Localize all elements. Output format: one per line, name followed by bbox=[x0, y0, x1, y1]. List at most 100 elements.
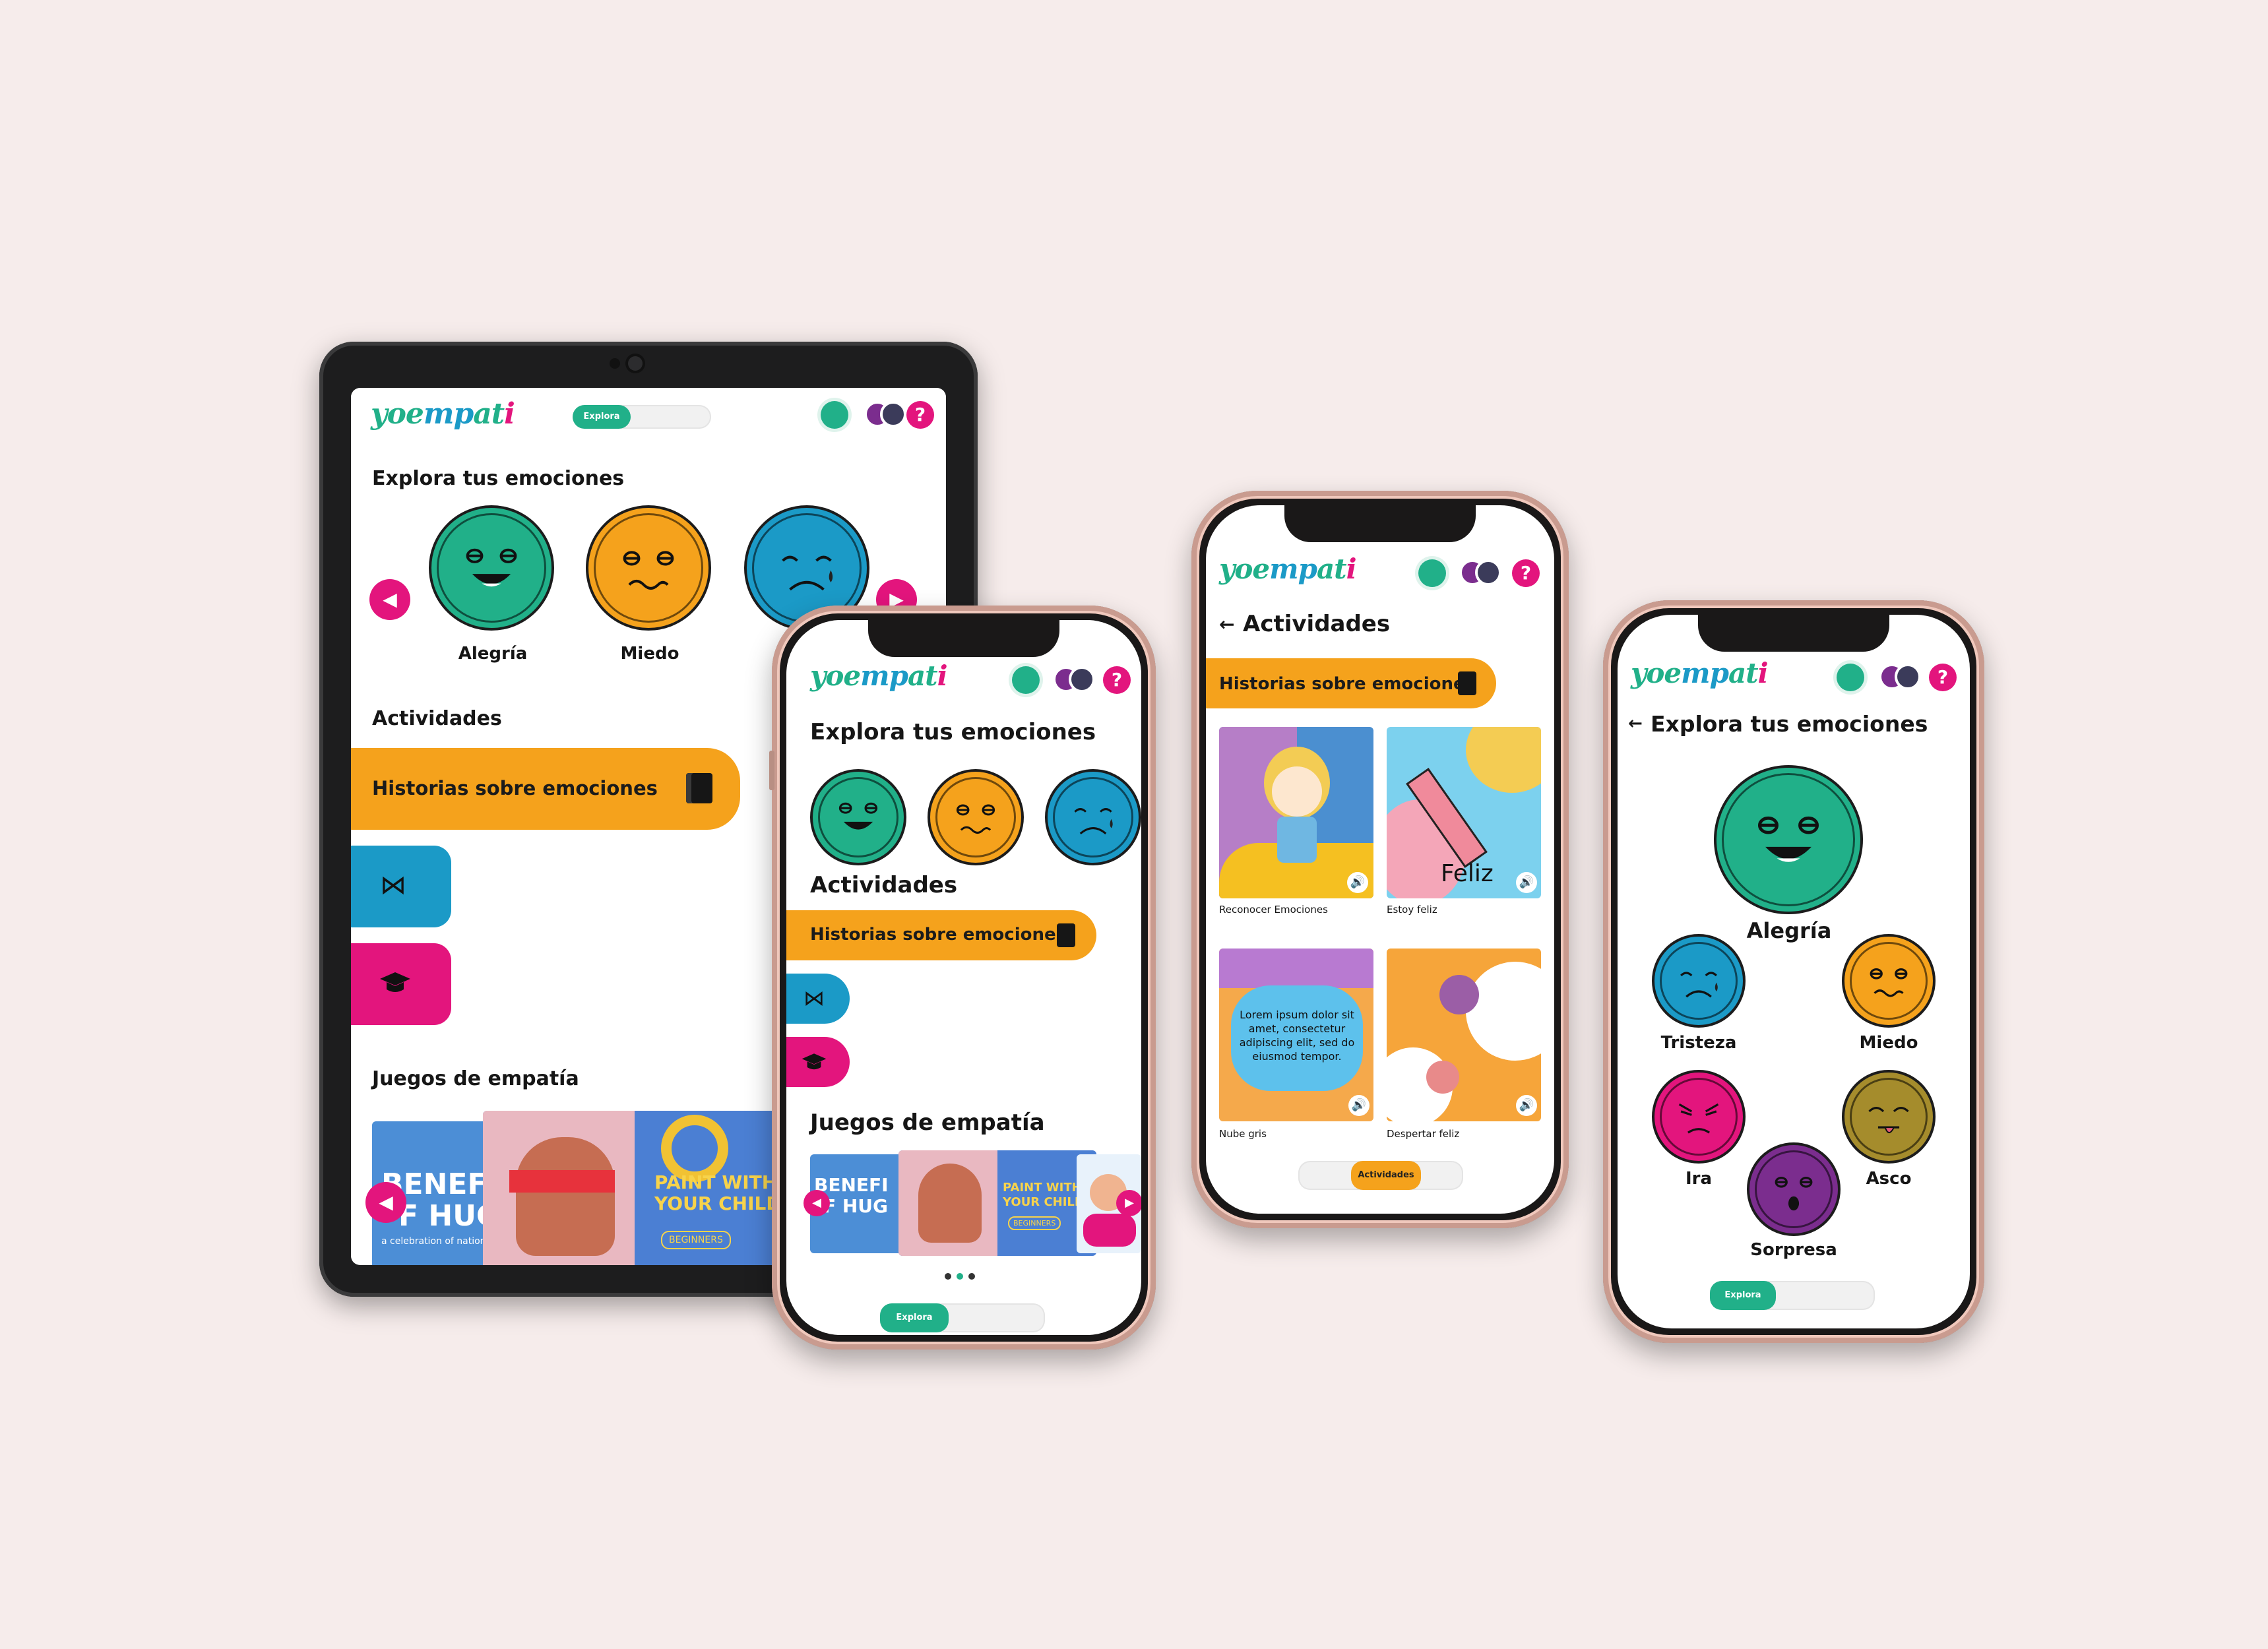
emotion-label-miedo: Miedo bbox=[1859, 1033, 1918, 1053]
game-card-paint-title: PAINT WITH bbox=[1003, 1181, 1082, 1195]
games-next-button[interactable]: ▶ bbox=[1116, 1190, 1141, 1216]
emotion-miedo[interactable] bbox=[1842, 934, 1936, 1028]
nav-explora-tab[interactable]: Explora bbox=[880, 1303, 949, 1332]
activity-historias-button[interactable]: Historias sobre emociones bbox=[786, 910, 1096, 960]
activity-butterfly-button[interactable]: ⋈ bbox=[786, 974, 850, 1024]
mode-toggle-icon[interactable] bbox=[1837, 664, 1864, 691]
nav-toggle[interactable]: Actividades bbox=[1298, 1161, 1463, 1190]
category-historias-label: Historias sobre emociones bbox=[1219, 674, 1476, 694]
games-heading: Juegos de empatía bbox=[810, 1109, 1045, 1136]
app-logo[interactable]: yoempati bbox=[1219, 553, 1357, 585]
help-icon[interactable]: ? bbox=[1929, 664, 1957, 691]
emotion-alegria[interactable] bbox=[810, 769, 906, 865]
nav-toggle[interactable]: Explora bbox=[1710, 1281, 1875, 1310]
emotion-label-miedo: Miedo bbox=[620, 644, 679, 664]
profiles-icon[interactable] bbox=[1053, 666, 1095, 694]
story-overlay-feliz: Feliz bbox=[1441, 860, 1494, 887]
games-prev-button[interactable]: ◀ bbox=[365, 1182, 406, 1223]
game-card-hugs-title2: F HUG bbox=[823, 1195, 889, 1217]
afraid-face-icon bbox=[956, 804, 995, 834]
mode-toggle-icon[interactable] bbox=[1012, 666, 1040, 694]
emotion-label-asco: Asco bbox=[1866, 1169, 1912, 1189]
nav-toggle[interactable]: Explora bbox=[880, 1303, 1045, 1332]
mode-toggle-icon[interactable] bbox=[1418, 559, 1446, 587]
emotion-miedo[interactable] bbox=[928, 769, 1024, 865]
angry-face-icon bbox=[1678, 1103, 1719, 1134]
nav-actividades-tab[interactable]: Actividades bbox=[1351, 1161, 1421, 1190]
activities-heading: Actividades bbox=[810, 872, 958, 898]
profiles-icon[interactable] bbox=[864, 401, 906, 429]
mode-toggle-icon[interactable] bbox=[821, 401, 848, 429]
activities-title: Actividades bbox=[1243, 611, 1391, 637]
phone2-device: yoempati ? ← Actividades Historias sobre… bbox=[1191, 491, 1569, 1228]
story-caption-despertar: Despertar feliz bbox=[1387, 1128, 1460, 1140]
emotion-alegria[interactable] bbox=[1714, 765, 1863, 914]
nav-explora-tab[interactable]: Explora bbox=[573, 405, 631, 429]
emotions-title: Explora tus emociones bbox=[1651, 711, 1928, 737]
emotions-heading: Explora tus emociones bbox=[810, 719, 1096, 745]
app-logo[interactable]: yoempati bbox=[371, 397, 515, 431]
speaker-icon[interactable]: 🔊 bbox=[1516, 872, 1537, 893]
story-caption-reconocer: Reconocer Emociones bbox=[1219, 904, 1328, 916]
book-icon bbox=[1458, 671, 1476, 695]
emotion-asco[interactable] bbox=[1842, 1070, 1936, 1164]
emotion-tristeza[interactable] bbox=[1045, 769, 1141, 865]
emotions-heading: Explora tus emociones bbox=[372, 467, 625, 490]
story-card-despertar[interactable]: 🔊 bbox=[1387, 949, 1541, 1121]
story-card-nube[interactable]: Lorem ipsum dolor sit amet, consectetur … bbox=[1219, 949, 1373, 1121]
games-prev-button[interactable]: ◀ bbox=[803, 1190, 830, 1216]
activity-historias-label: Historias sobre emociones bbox=[810, 925, 1067, 945]
activity-graduation-button[interactable] bbox=[786, 1037, 850, 1087]
emotion-sorpresa[interactable] bbox=[1747, 1142, 1841, 1236]
emotion-label-alegria: Alegría bbox=[1746, 918, 1832, 943]
game-card-paint-title: PAINT WITH bbox=[654, 1171, 778, 1193]
emotion-miedo[interactable] bbox=[586, 505, 711, 631]
games-heading: Juegos de empatía bbox=[372, 1067, 579, 1090]
game-card-paint[interactable]: PAINT WITH YOUR CHILD BEGINNERS bbox=[898, 1150, 1096, 1256]
profiles-icon[interactable] bbox=[1459, 559, 1501, 587]
nav-explora-tab[interactable]: Explora bbox=[1710, 1281, 1776, 1310]
category-historias-button[interactable]: Historias sobre emociones bbox=[1206, 658, 1496, 708]
happy-face-icon bbox=[466, 548, 517, 587]
emotion-label-tristeza: Tristeza bbox=[1660, 1033, 1737, 1053]
speaker-icon[interactable]: 🔊 bbox=[1516, 1095, 1537, 1116]
activity-historias-button[interactable]: Historias sobre emociones bbox=[351, 748, 740, 830]
back-arrow-icon[interactable]: ← bbox=[1219, 613, 1234, 635]
speaker-icon[interactable]: 🔊 bbox=[1348, 1095, 1370, 1116]
happy-face-icon bbox=[838, 802, 878, 830]
emotion-label-alegria: Alegría bbox=[458, 644, 528, 664]
activity-historias-label: Historias sobre emociones bbox=[372, 777, 658, 799]
happy-face-icon bbox=[1758, 816, 1819, 862]
phone3-device: yoempati ? ← Explora tus emociones Alegr… bbox=[1603, 600, 1984, 1343]
story-overlay-nube: Lorem ipsum dolor sit amet, consectetur … bbox=[1239, 1009, 1355, 1063]
help-icon[interactable]: ? bbox=[1103, 666, 1131, 694]
nav-toggle[interactable]: Explora bbox=[573, 405, 711, 429]
sad-face-icon bbox=[1680, 972, 1718, 998]
story-card-reconocer[interactable]: 🔊 bbox=[1219, 727, 1373, 898]
game-card-paint-title2: YOUR CHILD bbox=[654, 1193, 782, 1214]
help-icon[interactable]: ? bbox=[906, 401, 934, 429]
graduation-cap-icon bbox=[802, 1053, 827, 1070]
back-arrow-icon[interactable]: ← bbox=[1628, 714, 1643, 733]
profiles-icon[interactable] bbox=[1879, 664, 1921, 691]
app-logo[interactable]: yoempati bbox=[1631, 657, 1769, 689]
emotion-label-ira: Ira bbox=[1685, 1169, 1713, 1189]
carousel-prev-button[interactable]: ◀ bbox=[369, 579, 410, 620]
disgust-face-icon bbox=[1868, 1107, 1909, 1134]
emotion-alegria[interactable] bbox=[429, 505, 554, 631]
speaker-icon[interactable]: 🔊 bbox=[1347, 872, 1368, 893]
emotion-tristeza[interactable] bbox=[1652, 934, 1746, 1028]
activity-graduation-button[interactable] bbox=[351, 943, 451, 1025]
butterfly-icon: ⋈ bbox=[803, 985, 825, 1011]
game-card-paint-sub: BEGINNERS bbox=[1008, 1216, 1061, 1230]
game-card-paint-title2: YOUR CHILD bbox=[1003, 1195, 1085, 1209]
story-card-feliz[interactable]: Feliz 🔊 bbox=[1387, 727, 1541, 898]
game-card-hugs-sub: a celebration of national bbox=[381, 1236, 495, 1247]
activities-heading: Actividades bbox=[372, 707, 502, 730]
activity-butterfly-button[interactable]: ⋈ bbox=[351, 846, 451, 927]
book-icon bbox=[686, 773, 712, 803]
emotion-ira[interactable] bbox=[1652, 1070, 1746, 1164]
app-logo[interactable]: yoempati bbox=[810, 660, 948, 692]
help-icon[interactable]: ? bbox=[1512, 559, 1540, 587]
game-card-paint[interactable]: PAINT WITH YOUR CHILD BEGINNERS bbox=[483, 1111, 786, 1265]
